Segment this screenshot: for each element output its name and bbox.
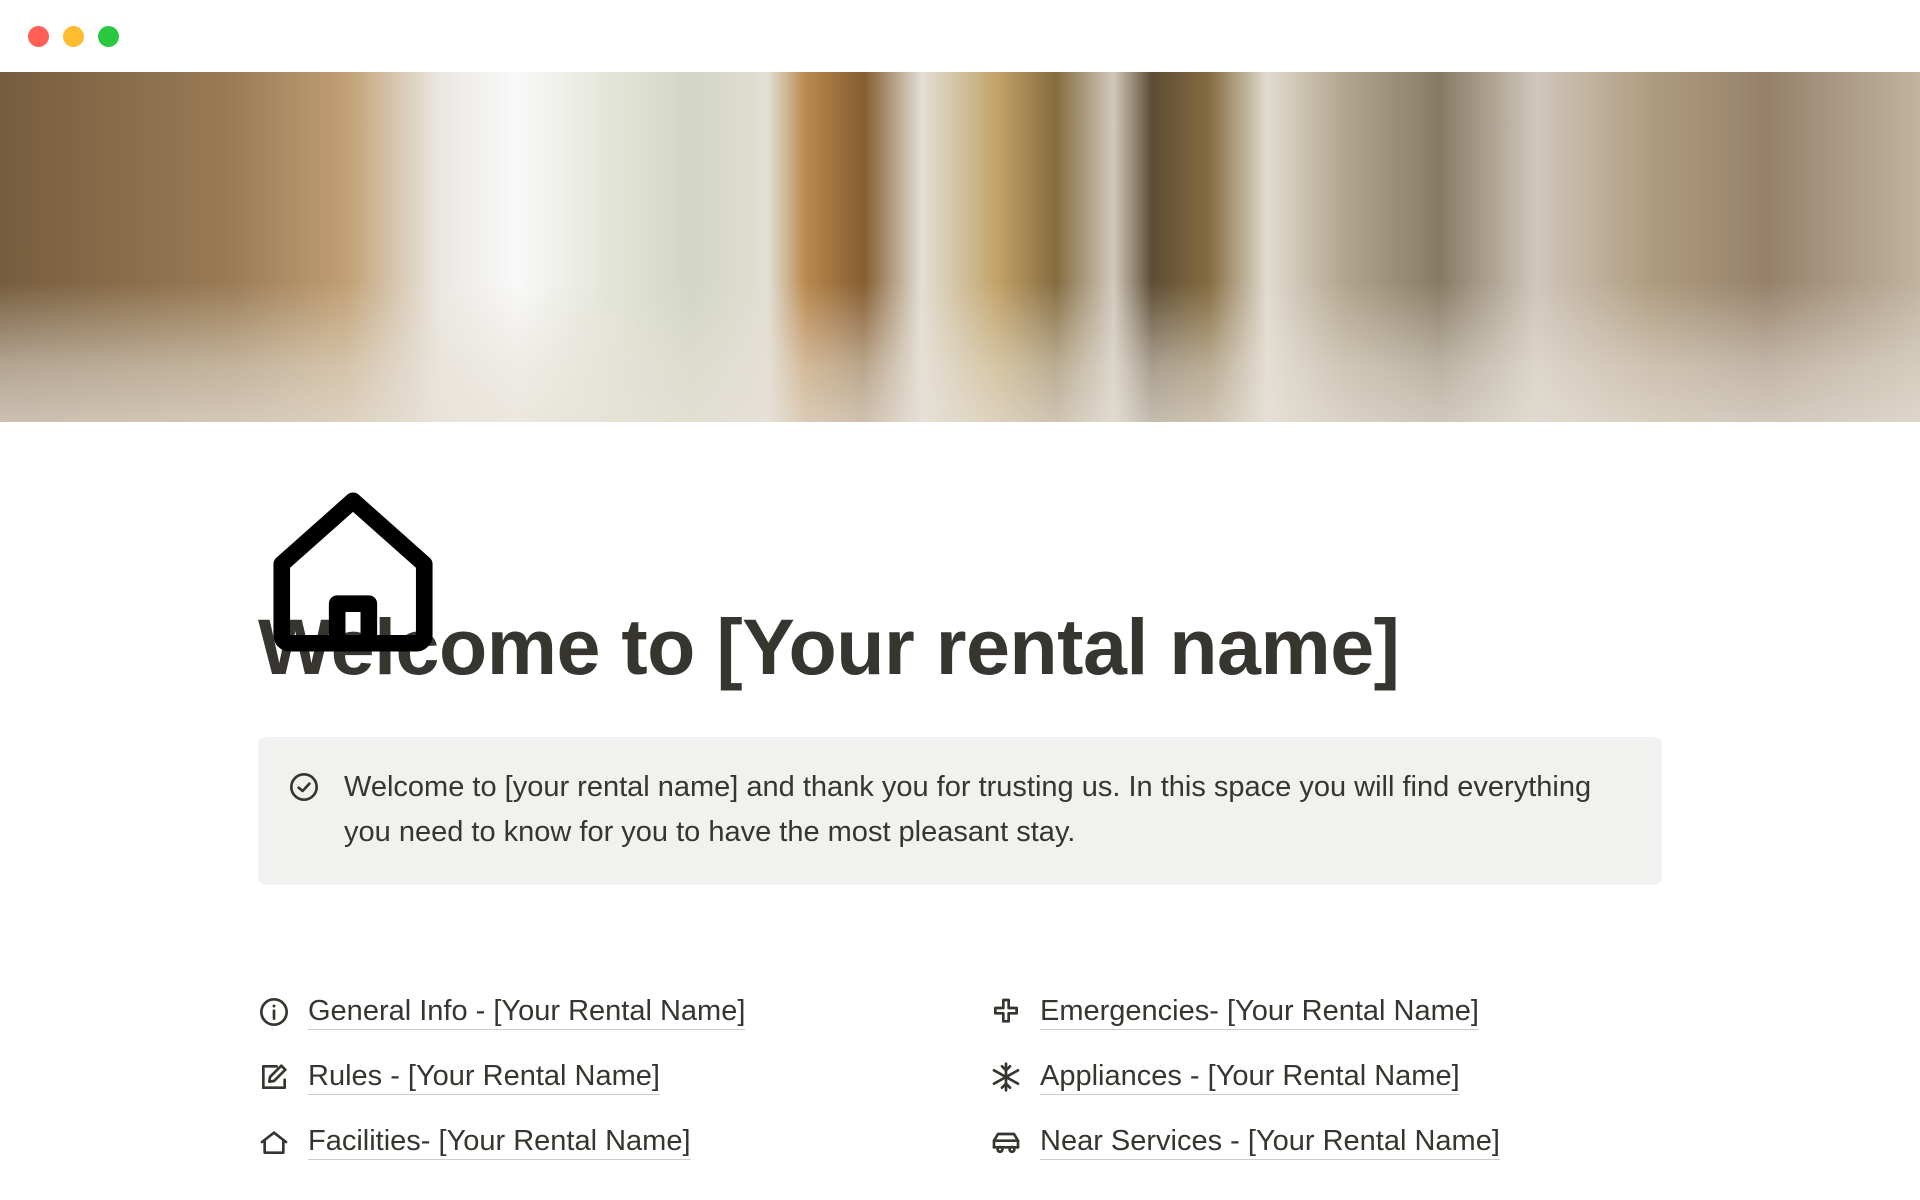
window-zoom-button[interactable] — [98, 26, 119, 47]
link-appliances[interactable]: Appliances - [Your Rental Name] — [990, 1060, 1662, 1095]
link-emergencies[interactable]: Emergencies- [Your Rental Name] — [990, 995, 1662, 1030]
page-links: General Info - [Your Rental Name] Emerge… — [258, 995, 1662, 1160]
info-icon — [258, 996, 290, 1028]
link-facilities[interactable]: Facilities- [Your Rental Name] — [258, 1125, 930, 1160]
link-general-info[interactable]: General Info - [Your Rental Name] — [258, 995, 930, 1030]
edit-icon — [258, 1061, 290, 1093]
window-minimize-button[interactable] — [63, 26, 84, 47]
welcome-callout-text: Welcome to [your rental name] and thank … — [344, 765, 1628, 855]
link-label: Rules - [Your Rental Name] — [308, 1060, 660, 1095]
link-label: Emergencies- [Your Rental Name] — [1040, 995, 1479, 1030]
link-rules[interactable]: Rules - [Your Rental Name] — [258, 1060, 930, 1095]
cover-image — [0, 72, 1920, 422]
snowflake-icon — [990, 1061, 1022, 1093]
link-label: General Info - [Your Rental Name] — [308, 995, 745, 1030]
check-circle-icon — [288, 771, 320, 803]
home-icon — [258, 477, 448, 667]
house-icon — [258, 1126, 290, 1158]
car-icon — [990, 1126, 1022, 1158]
link-label: Near Services - [Your Rental Name] — [1040, 1125, 1500, 1160]
page-icon[interactable] — [258, 477, 448, 667]
page-title: Welcome to [Your rental name] — [258, 602, 1662, 693]
page-content: Welcome to [Your rental name] Welcome to… — [258, 602, 1662, 1160]
link-label: Facilities- [Your Rental Name] — [308, 1125, 691, 1160]
link-label: Appliances - [Your Rental Name] — [1040, 1060, 1460, 1095]
app-window: Welcome to [Your rental name] Welcome to… — [0, 0, 1920, 1200]
mac-titlebar — [0, 0, 1920, 72]
welcome-callout: Welcome to [your rental name] and thank … — [258, 737, 1662, 885]
link-near-services[interactable]: Near Services - [Your Rental Name] — [990, 1125, 1662, 1160]
medical-plus-icon — [990, 996, 1022, 1028]
window-close-button[interactable] — [28, 26, 49, 47]
